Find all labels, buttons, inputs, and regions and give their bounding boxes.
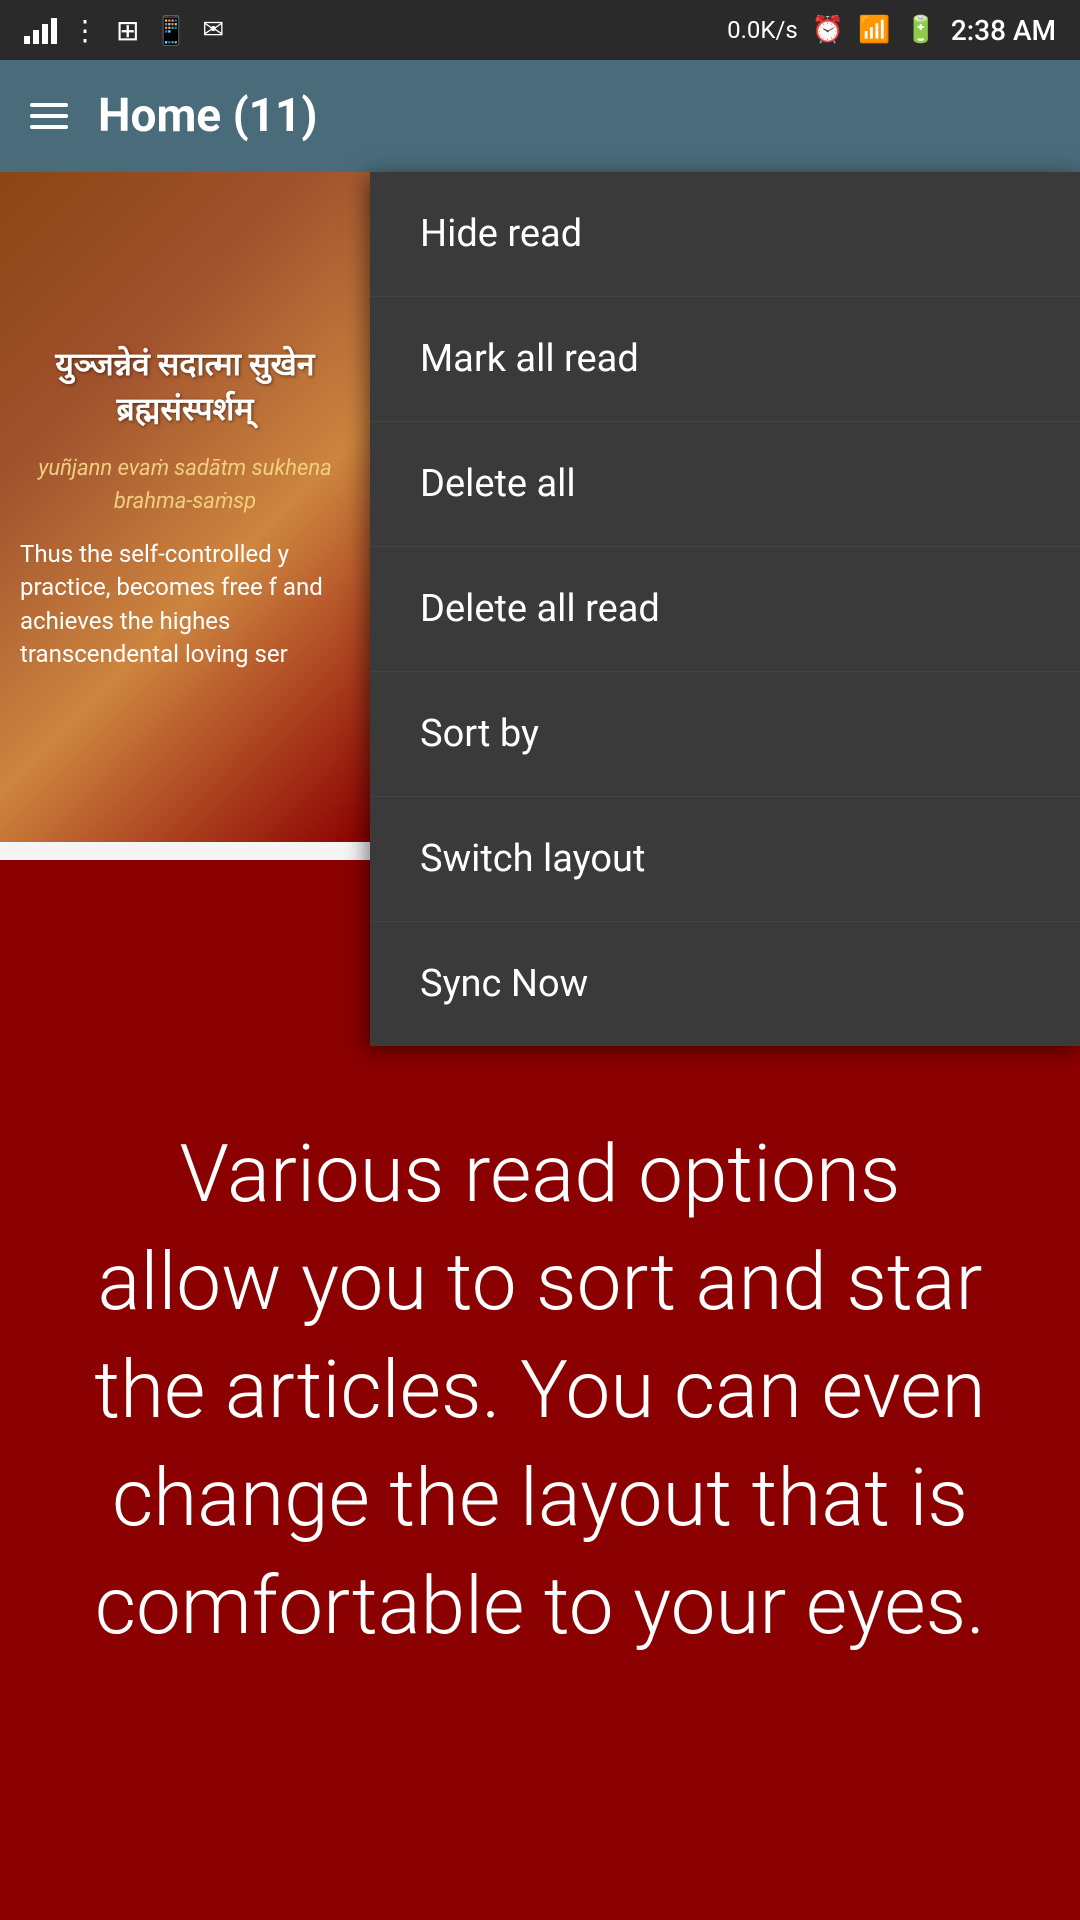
status-time: 2:38 AM: [951, 14, 1056, 47]
wifi-icon: 📶: [858, 15, 890, 45]
dropdown-item-mark-all-read[interactable]: Mark all read: [370, 297, 1080, 422]
dropdown-item-delete-all[interactable]: Delete all: [370, 422, 1080, 547]
status-bar: ⋮ ⊞ 📱 ✉ 0.0K/s ⏰ 📶 🔋 2:38 AM: [0, 0, 1080, 60]
hamburger-menu-button[interactable]: [30, 103, 68, 129]
status-left-icons: ⋮ ⊞ 📱 ✉: [24, 14, 224, 47]
translation-text: Thus the self-controlled y practice, bec…: [20, 538, 350, 672]
data-speed: 0.0K/s: [727, 16, 798, 44]
dropdown-item-sync-now[interactable]: Sync Now: [370, 922, 1080, 1046]
toolbar: Home (11): [0, 60, 1080, 172]
whatsapp-icon: 📱: [153, 14, 188, 47]
dropdown-item-sort-by[interactable]: Sort by: [370, 672, 1080, 797]
battery-icon: 🔋: [904, 15, 936, 45]
dropdown-menu: Hide read Mark all read Delete all Delet…: [370, 172, 1080, 1046]
toolbar-title: Home (11): [98, 89, 318, 143]
signal-icon: [24, 16, 57, 44]
dropdown-item-delete-all-read[interactable]: Delete all read: [370, 547, 1080, 672]
alarm-icon: ⏰: [812, 15, 844, 45]
gmail-icon: ✉: [202, 15, 224, 45]
transliteration-text: yuñjann evaṁ sadātm sukhena brahma-saṁsp: [20, 452, 350, 518]
dropdown-item-switch-layout[interactable]: Switch layout: [370, 797, 1080, 922]
promo-text: Various read options allow you to sort a…: [80, 1120, 1000, 1660]
dropdown-item-hide-read[interactable]: Hide read: [370, 172, 1080, 297]
article-image: युञ्जन्नेवं सदात्मा सुखेन ब्रह्मसंस्पर्श…: [0, 172, 370, 842]
status-right-icons: 0.0K/s ⏰ 📶 🔋 2:38 AM: [727, 14, 1056, 47]
menu-dots-icon: ⋮: [71, 14, 102, 47]
app-grid-icon: ⊞: [116, 14, 139, 47]
content-area: युञ्जन्नेवं सदात्मा सुखेन ब्रह्मसंस्पर्श…: [0, 172, 1080, 842]
article-image-placeholder: युञ्जन्नेवं सदात्मा सुखेन ब्रह्मसंस्पर्श…: [0, 172, 370, 842]
sanskrit-text: युञ्जन्नेवं सदात्मा सुखेन ब्रह्मसंस्पर्श…: [20, 342, 350, 432]
